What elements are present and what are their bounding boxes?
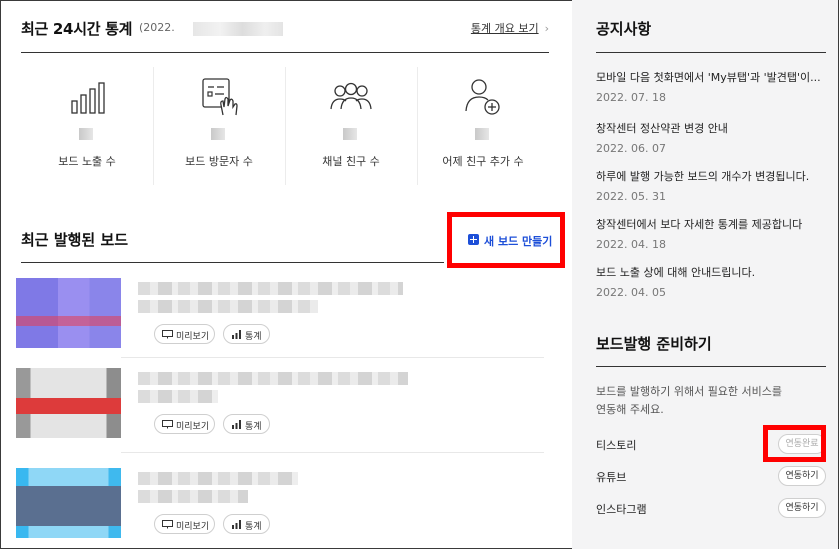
monitor-icon [162, 520, 173, 529]
board-thumbnail[interactable] [16, 368, 121, 438]
preview-button[interactable]: 미리보기 [154, 414, 215, 434]
stat-label: 보드 노출 수 [58, 155, 116, 168]
service-link-button[interactable]: 연동하기 [778, 466, 826, 486]
bar-chart-icon [71, 82, 105, 114]
stats-date: (2022. [139, 21, 175, 34]
new-board-label: 새 보드 만들기 [484, 235, 553, 248]
notice-title[interactable]: 창작센터에서 보다 자세한 통계를 제공합니다 [596, 216, 826, 232]
board-divider [121, 357, 544, 358]
plus-square-icon [468, 234, 479, 245]
highlight-box [763, 425, 826, 462]
stat-value-blurred [79, 128, 93, 140]
stat-value-blurred [343, 128, 357, 140]
stat-channel-friends: 채널 친구 수 [285, 67, 417, 185]
stats-overview-link[interactable]: 통계 개요 보기 › [471, 20, 549, 36]
stat-label: 보드 방문자 수 [185, 155, 253, 168]
prep-description: 보드를 발행하기 위해서 필요한 서비스를 연동해 주세요. [596, 383, 826, 419]
stats-grid: 보드 노출 수 보드 방문자 수 채널 친구 수 어제 친구 추가 수 [21, 67, 549, 185]
stats-label: 통계 [245, 422, 262, 432]
recent-boards-title: 최근 발행된 보드 [21, 231, 129, 249]
stats-divider [21, 52, 549, 53]
service-link-button[interactable]: 연동하기 [778, 498, 826, 518]
board-divider [121, 452, 544, 453]
board-title-blurred [138, 300, 318, 313]
stat-value-blurred [211, 128, 225, 140]
monitor-icon [162, 420, 173, 429]
board-stats-button[interactable]: 통계 [223, 324, 270, 344]
boards-divider [21, 262, 444, 263]
group-friends-icon [330, 82, 372, 110]
board-title-blurred [138, 282, 403, 295]
stat-label: 어제 친구 추가 수 [442, 155, 524, 168]
stats-label: 통계 [245, 522, 262, 532]
blurred-date [193, 22, 283, 36]
add-friend-icon [465, 79, 500, 115]
notice-item[interactable]: 보드 노출 상에 대해 안내드립니다. 2022. 04. 05 [596, 264, 826, 299]
preview-button[interactable]: 미리보기 [154, 514, 215, 534]
prep-desc-line: 보드를 발행하기 위해서 필요한 서비스를 [596, 385, 783, 398]
new-board-button[interactable]: 새 보드 만들기 [447, 212, 565, 268]
board-thumbnail[interactable] [16, 278, 121, 348]
board-title-blurred [138, 490, 248, 503]
chevron-right-icon: › [544, 22, 549, 35]
prep-divider [596, 366, 826, 367]
preview-label: 미리보기 [176, 422, 210, 432]
board-thumbnail[interactable] [16, 468, 121, 538]
board-title-blurred [138, 390, 218, 403]
notice-date: 2022. 07. 18 [596, 91, 666, 104]
stats-header: 최근 24시간 통계 (2022. 통계 개요 보기 › [21, 18, 549, 40]
notice-title[interactable]: 창작센터 정산약관 변경 안내 [596, 120, 826, 136]
service-name: 유튜브 [596, 471, 627, 484]
monitor-icon [162, 330, 173, 339]
notices-divider [596, 52, 826, 53]
prep-title: 보드발행 준비하기 [596, 335, 712, 353]
bar-chart-icon [232, 520, 241, 529]
stat-board-impressions: 보드 노출 수 [21, 67, 153, 185]
stat-label: 채널 친구 수 [322, 155, 380, 168]
notice-date: 2022. 04. 18 [596, 238, 666, 251]
stat-new-friends-yesterday: 어제 친구 추가 수 [417, 67, 549, 185]
board-item[interactable]: 미리보기 통계 [16, 368, 549, 456]
notice-title[interactable]: 보드 노출 상에 대해 안내드립니다. [596, 264, 826, 280]
service-youtube: 유튜브 연동하기 [596, 466, 826, 488]
bar-chart-icon [232, 330, 241, 339]
notice-item[interactable]: 창작센터 정산약관 변경 안내 2022. 06. 07 [596, 120, 826, 155]
service-name: 티스토리 [596, 439, 637, 452]
notice-item[interactable]: 하루에 발행 가능한 보드의 개수가 변경됩니다. 2022. 05. 31 [596, 168, 826, 203]
preview-label: 미리보기 [176, 522, 210, 532]
bar-chart-icon [232, 420, 241, 429]
notice-title[interactable]: 모바일 다음 첫화면에서 'My뷰탭'과 '발견탭'이... [596, 69, 826, 85]
board-title-blurred [138, 372, 408, 385]
side-panel: 공지사항 모바일 다음 첫화면에서 'My뷰탭'과 '발견탭'이... 2022… [572, 0, 838, 549]
board-stats-button[interactable]: 통계 [223, 514, 270, 534]
service-instagram: 인스타그램 연동하기 [596, 498, 826, 520]
service-name: 인스타그램 [596, 503, 647, 516]
notice-item[interactable]: 창작센터에서 보다 자세한 통계를 제공합니다 2022. 04. 18 [596, 216, 826, 251]
prep-desc-line: 연동해 주세요. [596, 403, 664, 416]
board-item[interactable]: 미리보기 통계 [16, 278, 549, 366]
notice-date: 2022. 04. 05 [596, 286, 666, 299]
board-stats-button[interactable]: 통계 [223, 414, 270, 434]
notice-item[interactable]: 모바일 다음 첫화면에서 'My뷰탭'과 '발견탭'이... 2022. 07.… [596, 69, 826, 104]
overview-link-label: 통계 개요 보기 [470, 22, 539, 35]
board-title-blurred [138, 472, 298, 485]
board-item[interactable]: 미리보기 통계 [16, 468, 549, 549]
notices-title: 공지사항 [596, 20, 652, 38]
preview-label: 미리보기 [176, 332, 210, 342]
board-touch-icon [202, 78, 238, 116]
notice-title[interactable]: 하루에 발행 가능한 보드의 개수가 변경됩니다. [596, 168, 826, 184]
main-column: 최근 24시간 통계 (2022. 통계 개요 보기 › 보드 노출 수 보드 … [16, 0, 565, 549]
stats-label: 통계 [245, 332, 262, 342]
stat-board-visitors: 보드 방문자 수 [153, 67, 285, 185]
stat-value-blurred [475, 128, 489, 140]
preview-button[interactable]: 미리보기 [154, 324, 215, 344]
notice-date: 2022. 05. 31 [596, 190, 666, 203]
notice-date: 2022. 06. 07 [596, 142, 666, 155]
stats-title: 최근 24시간 통계 [21, 20, 133, 38]
